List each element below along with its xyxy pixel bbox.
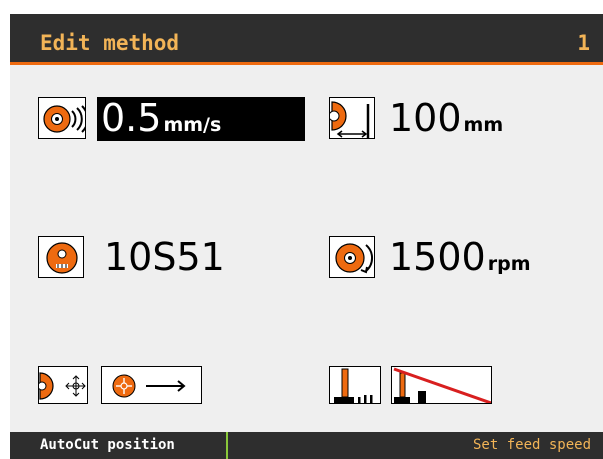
feed-speed-icon [38, 97, 86, 139]
feed-speed-param[interactable]: 0.5 mm/s [38, 97, 308, 141]
method-number: 1 [577, 31, 590, 55]
header-bar: Edit method 1 [10, 14, 603, 65]
wheel-value[interactable]: 10S51 [104, 236, 225, 278]
autocut-position-icon [38, 366, 88, 404]
cut-length-param[interactable]: 100 mm [329, 97, 569, 141]
softkey-left-label: AutoCut position [40, 437, 175, 453]
cut-length-icon [329, 97, 375, 139]
feed-speed-value[interactable]: 0.5 mm/s [97, 97, 305, 141]
softkey-set-feed-speed[interactable]: Set feed speed [463, 432, 603, 459]
force-icon [329, 366, 381, 404]
feed-speed-unit: mm/s [163, 114, 222, 136]
wheel-param[interactable]: 10S51 [38, 236, 308, 280]
softkey-bar: AutoCut position Set feed speed [10, 432, 603, 459]
wheel-speed-unit: rpm [487, 253, 531, 275]
position-arrow-icon[interactable] [101, 366, 202, 404]
cut-length-value[interactable]: 100 mm [389, 97, 503, 139]
wheel-speed-param[interactable]: 1500 rpm [329, 236, 589, 280]
wheel-speed-value[interactable]: 1500 rpm [389, 236, 531, 278]
method-editor-screen: Edit method 1 0.5 mm/s 100 mm 10S51 1500… [10, 14, 603, 459]
cut-length-unit: mm [463, 114, 504, 136]
force-setting-param[interactable] [329, 364, 499, 408]
autocut-position-param[interactable] [38, 364, 208, 408]
wheel-speed-number: 1500 [389, 235, 486, 279]
cut-length-number: 100 [389, 96, 462, 140]
feed-speed-number: 0.5 [101, 96, 162, 140]
force-disabled-icon[interactable] [391, 366, 492, 404]
wheel-name: 10S51 [104, 235, 225, 279]
page-title: Edit method [40, 31, 180, 55]
softkey-right-label: Set feed speed [473, 437, 592, 453]
softkey-autocut-position[interactable]: AutoCut position [10, 432, 228, 459]
wheel-type-icon [38, 236, 84, 278]
wheel-speed-icon [329, 236, 375, 278]
